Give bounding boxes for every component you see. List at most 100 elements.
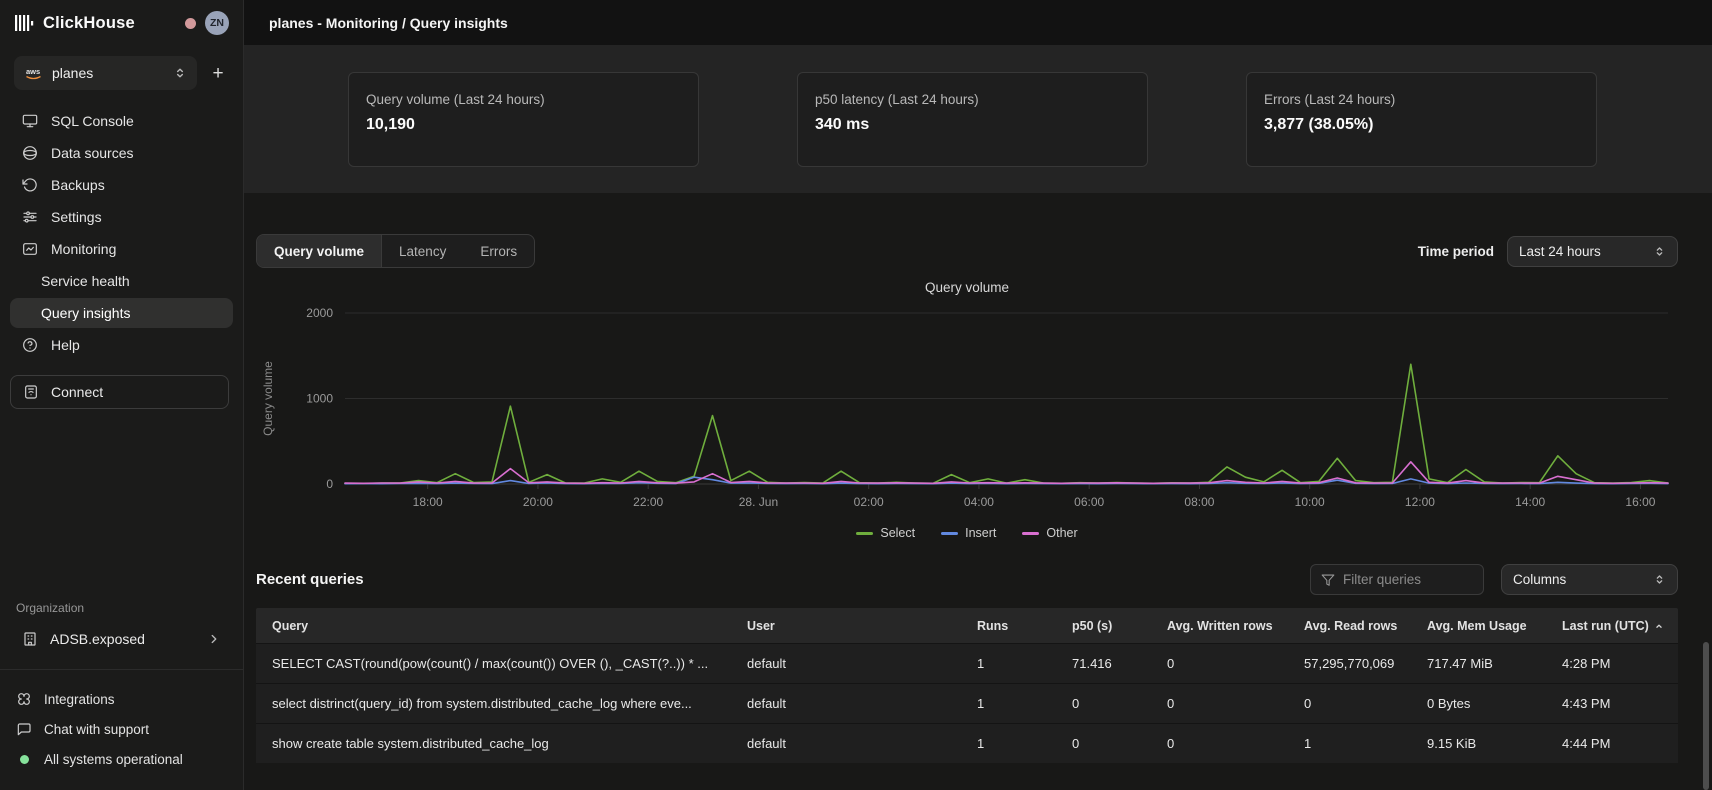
page-scrollbar-thumb[interactable] [1703,642,1709,790]
sidebar-item-monitoring[interactable]: Monitoring [10,234,233,264]
sidebar-item-sql-console[interactable]: SQL Console [10,106,233,136]
sidebar-item-settings[interactable]: Settings [10,202,233,232]
workspace-row: aws planes + [14,56,229,90]
chevron-up-down-icon [173,66,187,80]
stat-value: 10,190 [366,116,681,134]
sidebar-item-label: Settings [51,209,102,225]
legend-item-select[interactable]: Select [856,526,915,540]
sidebar-item-service-health[interactable]: Service health [10,266,233,296]
status-ok-dot [20,755,29,764]
column-header-user[interactable]: User [735,619,965,633]
svg-text:aws: aws [26,67,40,76]
sidebar-item-data-sources[interactable]: Data sources [10,138,233,168]
sidebar-nav: SQL Console Data sources Backups Setting… [10,106,233,362]
svg-text:04:00: 04:00 [964,495,994,509]
stats-panel: Query volume (Last 24 hours) 10,190 p50 … [244,45,1712,193]
organization-item[interactable]: ADSB.exposed [10,623,233,655]
column-header-p50[interactable]: p50 (s) [1060,619,1155,633]
recent-queries-controls: Columns [1310,564,1678,595]
integrations-link[interactable]: Integrations [16,684,229,714]
sidebar: ClickHouse ZN aws planes + SQL Console [0,0,244,790]
cell-query: show create table system.distributed_cac… [256,736,735,751]
table-header-row: Query User Runs p50 (s) Avg. Written row… [256,608,1678,643]
cell-avg-written: 0 [1155,696,1292,711]
table-row[interactable]: SELECT CAST(round(pow(count() / max(coun… [256,643,1678,683]
stat-label: Query volume (Last 24 hours) [366,92,681,107]
table-row[interactable]: select distrinct(query_id) from system.d… [256,683,1678,723]
cell-user: default [735,696,965,711]
stat-label: p50 latency (Last 24 hours) [815,92,1130,107]
help-circle-icon [22,337,38,353]
content: Query volume Latency Errors Time period … [244,193,1712,763]
svg-text:1000: 1000 [306,392,333,406]
filter-queries-input[interactable] [1343,572,1463,587]
svg-text:Query volume: Query volume [261,361,275,436]
monitoring-chart-icon [22,241,38,257]
cell-runs: 1 [965,736,1060,751]
sidebar-item-label: Help [51,337,80,353]
chat-support-link[interactable]: Chat with support [16,714,229,744]
restore-clock-icon [22,177,38,193]
notification-dot[interactable] [185,18,196,29]
chart-container: 01000200018:0020:0022:0028. Jun02:0004:0… [256,297,1678,524]
cell-p50: 0 [1060,696,1155,711]
sidebar-item-help[interactable]: Help [10,330,233,360]
organization-section-label: Organization [0,601,243,615]
avatar[interactable]: ZN [205,11,229,35]
column-header-last-run[interactable]: Last run (UTC) [1550,619,1678,633]
legend-item-insert[interactable]: Insert [941,526,996,540]
cell-avg-mem: 9.15 KiB [1415,736,1550,751]
query-volume-chart[interactable]: 01000200018:0020:0022:0028. Jun02:0004:0… [256,297,1678,521]
footer-item-label: Chat with support [44,722,149,737]
cell-p50: 71.416 [1060,656,1155,671]
cell-avg-written: 0 [1155,736,1292,751]
workspace-name: planes [52,65,164,81]
svg-text:14:00: 14:00 [1515,495,1545,509]
tab-query-volume[interactable]: Query volume [257,235,382,267]
cell-avg-read: 57,295,770,069 [1292,656,1415,671]
cell-last-run: 4:28 PM [1550,656,1678,671]
time-period-control: Time period Last 24 hours [1418,236,1678,267]
column-header-query[interactable]: Query [256,619,735,633]
columns-select[interactable]: Columns [1501,564,1678,595]
tab-errors[interactable]: Errors [463,235,534,267]
cell-user: default [735,656,965,671]
column-header-avg-mem-usage[interactable]: Avg. Mem Usage [1415,619,1550,633]
aws-icon: aws [24,66,43,81]
cell-runs: 1 [965,656,1060,671]
stat-card-p50-latency: p50 latency (Last 24 hours) 340 ms [797,72,1148,167]
system-status[interactable]: All systems operational [16,744,229,774]
add-service-button[interactable]: + [207,64,229,83]
sidebar-item-label: Backups [51,177,105,193]
cell-last-run: 4:43 PM [1550,696,1678,711]
filter-queries-box[interactable] [1310,564,1484,595]
chevron-up-down-icon [1653,573,1666,586]
table-row[interactable]: show create table system.distributed_cac… [256,723,1678,763]
svg-text:2000: 2000 [306,306,333,320]
column-header-runs[interactable]: Runs [965,619,1060,633]
sidebar-item-query-insights[interactable]: Query insights [10,298,233,328]
sort-ascending-caret-icon [1654,621,1664,631]
column-header-avg-written-rows[interactable]: Avg. Written rows [1155,619,1292,633]
workspace-selector[interactable]: aws planes [14,56,197,90]
cell-avg-mem: 0 Bytes [1415,696,1550,711]
legend-label: Other [1046,526,1077,540]
cell-query: SELECT CAST(round(pow(count() / max(coun… [256,656,735,671]
sliders-icon [22,209,38,225]
legend-swatch-select [856,532,873,535]
time-period-label: Time period [1418,244,1494,259]
recent-queries-title: Recent queries [256,571,364,588]
stat-label: Errors (Last 24 hours) [1264,92,1579,107]
sidebar-item-label: SQL Console [51,113,134,129]
tab-latency[interactable]: Latency [382,235,463,267]
sidebar-item-backups[interactable]: Backups [10,170,233,200]
column-header-avg-read-rows[interactable]: Avg. Read rows [1292,619,1415,633]
time-period-select[interactable]: Last 24 hours [1507,236,1678,267]
cell-user: default [735,736,965,751]
legend-item-other[interactable]: Other [1022,526,1077,540]
connect-button[interactable]: Connect [10,375,229,409]
brand-name: ClickHouse [43,14,135,33]
cell-runs: 1 [965,696,1060,711]
time-period-value: Last 24 hours [1519,244,1645,259]
status-label: All systems operational [44,752,183,767]
